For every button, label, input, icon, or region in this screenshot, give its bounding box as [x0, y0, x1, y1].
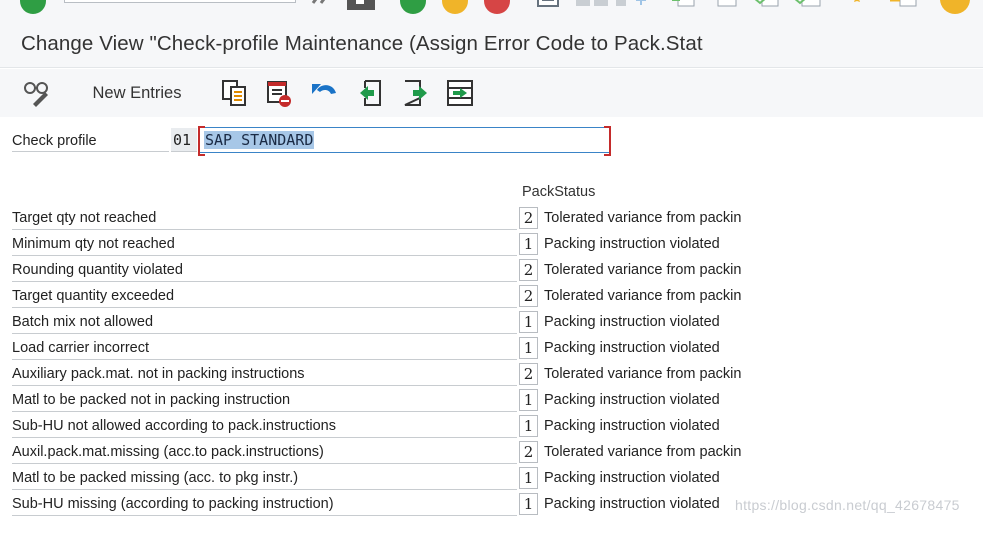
packstatus-description: Tolerated variance from packin: [544, 366, 742, 382]
check-profile-code-field: 01: [171, 128, 197, 152]
packstatus-description: Packing instruction violated: [544, 314, 720, 330]
error-description: Load carrier incorrect: [12, 335, 517, 360]
help-icon[interactable]: [940, 0, 970, 14]
application-toolbar: New Entries: [0, 69, 983, 117]
packstatus-input[interactable]: 1: [519, 233, 538, 255]
error-description: Matl to be packed not in packing instruc…: [12, 387, 517, 412]
packstatus-input[interactable]: 1: [519, 467, 538, 489]
packstatus-description: Packing instruction violated: [544, 340, 720, 356]
select-block-icon[interactable]: [400, 77, 432, 109]
error-description: Target quantity exceeded: [12, 283, 517, 308]
packstatus-input[interactable]: 1: [519, 311, 538, 333]
save-icon[interactable]: [346, 0, 376, 16]
check-profile-label: Check profile: [12, 131, 169, 152]
table-row: Target qty not reached 2 Tolerated varianc…: [0, 205, 983, 231]
packstatus-input[interactable]: 1: [519, 389, 538, 411]
cancel-icon[interactable]: [484, 0, 510, 14]
packstatus-description: Tolerated variance from packin: [544, 262, 742, 278]
error-description: Rounding quantity violated: [12, 257, 517, 282]
error-description: Auxil.pack.mat.missing (acc.to pack.inst…: [12, 439, 517, 464]
watermark: https://blog.csdn.net/qq_42678475: [735, 497, 960, 513]
packstatus-input[interactable]: 2: [519, 259, 538, 281]
packstatus-description: Packing instruction violated: [544, 392, 720, 408]
packstatus-description: Packing instruction violated: [544, 496, 720, 512]
packstatus-input[interactable]: 2: [519, 441, 538, 463]
table-row: Target quantity exceeded 2 Tolerated varia…: [0, 283, 983, 309]
packstatus-description: Packing instruction violated: [544, 470, 720, 486]
packstatus-description: Packing instruction violated: [544, 418, 720, 434]
packstatus-description: Tolerated variance from packin: [544, 288, 742, 304]
first-page-icon[interactable]: [672, 0, 696, 13]
error-description: Sub-HU not allowed according to pack.ins…: [12, 413, 517, 438]
title-bar: Change View "Check-profile Maintenance (…: [0, 16, 983, 68]
back-double-icon[interactable]: [309, 0, 331, 12]
content-area: Check profile 01 SAP STANDARD PackStatus…: [0, 117, 983, 553]
deselect-all-icon[interactable]: [444, 77, 476, 109]
table-row: Sub-HU not allowed according to pack.ins…: [0, 413, 983, 439]
next-page-icon[interactable]: [752, 0, 780, 13]
packstatus-description: Tolerated variance from packin: [544, 210, 742, 226]
table-row: Matl to be packed not in packing instruc…: [0, 387, 983, 413]
system-toolbar: [0, 0, 983, 16]
error-description: Sub-HU missing (according to packing ins…: [12, 491, 517, 516]
packstatus-input[interactable]: 2: [519, 207, 538, 229]
error-description: Batch mix not allowed: [12, 309, 517, 334]
error-description: Matl to be packed missing (acc. to pkg i…: [12, 465, 517, 490]
packstatus-input[interactable]: 2: [519, 285, 538, 307]
find-next-icon[interactable]: [616, 0, 650, 13]
table-row: Batch mix not allowed 1 Packing instructio…: [0, 309, 983, 335]
error-description: Minimum qty not reached: [12, 231, 517, 256]
error-description: Target qty not reached: [12, 205, 517, 230]
table-row: Minimum qty not reached 1 Packing instruct…: [0, 231, 983, 257]
select-all-icon[interactable]: [355, 77, 387, 109]
packstatus-description: Packing instruction violated: [544, 236, 720, 252]
confirm-icon[interactable]: [20, 0, 46, 14]
shortcut-icon[interactable]: [890, 0, 918, 13]
packstatus-input[interactable]: 1: [519, 415, 538, 437]
find-icon[interactable]: [576, 0, 616, 13]
back-icon[interactable]: [400, 0, 426, 14]
command-field[interactable]: [64, 0, 296, 3]
display-change-icon[interactable]: [18, 77, 54, 109]
undo-icon[interactable]: [308, 77, 342, 109]
packstatus-input[interactable]: 1: [519, 493, 538, 515]
last-page-icon[interactable]: [792, 0, 822, 13]
page-title: Change View "Check-profile Maintenance (…: [21, 32, 703, 55]
copy-as-icon[interactable]: [219, 77, 251, 109]
packstatus-column-header: PackStatus: [522, 184, 596, 200]
print-icon[interactable]: [536, 0, 560, 13]
exit-icon[interactable]: [442, 0, 468, 14]
packstatus-input[interactable]: 2: [519, 363, 538, 385]
prev-page-icon[interactable]: [716, 0, 740, 13]
check-profile-description-text: SAP STANDARD: [204, 131, 315, 149]
table-row: Auxiliary pack.mat. not in packing instr…: [0, 361, 983, 387]
packstatus-input[interactable]: 1: [519, 337, 538, 359]
table-row: Load carrier incorrect 1 Packing instructi…: [0, 335, 983, 361]
error-description: Auxiliary pack.mat. not in packing instr…: [12, 361, 517, 386]
packstatus-description: Tolerated variance from packin: [544, 444, 742, 460]
table-row: Rounding quantity violated 2 Tolerated var…: [0, 257, 983, 283]
check-profile-description-field[interactable]: SAP STANDARD: [198, 126, 611, 156]
new-entries-button[interactable]: New Entries: [82, 77, 192, 109]
table-row: Matl to be packed missing (acc. to pkg i…: [0, 465, 983, 491]
table-row: Auxil.pack.mat.missing (acc.to pack.inst…: [0, 439, 983, 465]
favorites-icon[interactable]: [846, 0, 868, 13]
delete-icon[interactable]: [263, 77, 295, 109]
